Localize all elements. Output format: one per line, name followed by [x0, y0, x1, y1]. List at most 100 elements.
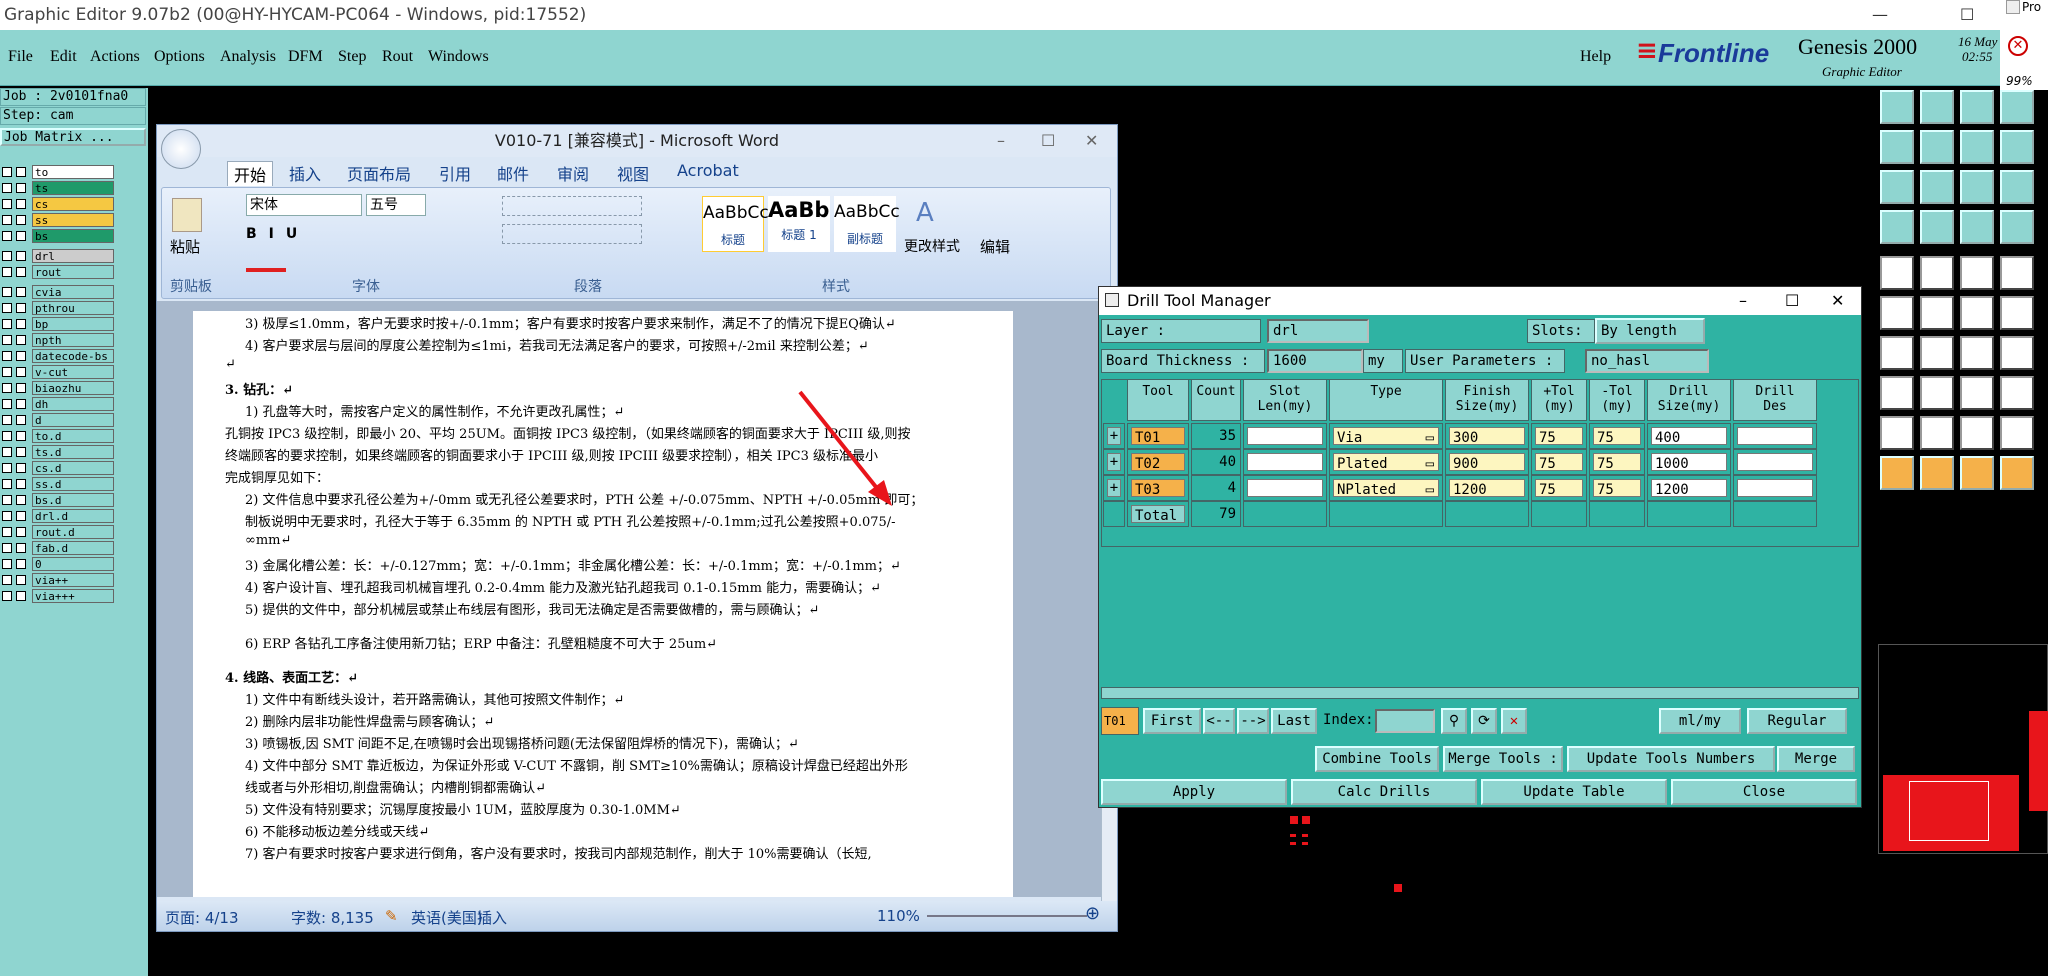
measure-icon[interactable] — [2000, 130, 2034, 164]
tab-view[interactable]: 视图 — [617, 161, 649, 185]
layer-name[interactable]: cs — [32, 197, 114, 211]
palette-icon[interactable] — [1880, 210, 1914, 244]
layer-work-checkbox[interactable] — [16, 463, 26, 473]
layer-work-checkbox[interactable] — [16, 167, 26, 177]
layer-work-checkbox[interactable] — [16, 559, 26, 569]
cancel-icon[interactable]: ✕ — [1501, 708, 1527, 734]
fit-icon[interactable] — [1960, 376, 1994, 410]
slot-len-cell[interactable] — [1243, 475, 1327, 501]
finish-size-cell[interactable]: 300 — [1445, 423, 1529, 449]
list-buttons[interactable] — [502, 196, 642, 216]
import-icon[interactable] — [1880, 130, 1914, 164]
layer-row[interactable]: d — [0, 412, 118, 428]
layer-work-checkbox[interactable] — [16, 399, 26, 409]
layer-name[interactable]: v-cut — [32, 365, 114, 379]
expand-icon[interactable]: + — [1103, 449, 1125, 475]
layer-name[interactable]: bp — [32, 317, 114, 331]
layers-icon[interactable] — [2000, 90, 2034, 124]
zoom-level[interactable]: 110% — [877, 907, 920, 925]
menu-rout[interactable]: Rout — [382, 48, 413, 66]
menu-help[interactable]: Help — [1580, 48, 1611, 66]
menu-actions[interactable]: Actions — [90, 48, 140, 66]
status-words[interactable]: 字数: 8,135 — [291, 907, 374, 928]
help-icon[interactable] — [2000, 170, 2034, 204]
type-cell[interactable]: NPlated ▭ — [1329, 475, 1443, 501]
layer-work-checkbox[interactable] — [16, 351, 26, 361]
mirror-icon[interactable] — [2000, 336, 2034, 370]
units-dropdown[interactable]: ml/my — [1659, 708, 1741, 734]
layer-name[interactable]: dh — [32, 397, 114, 411]
drill-size-cell[interactable]: 1200 — [1647, 475, 1731, 501]
drill-des-cell[interactable] — [1733, 475, 1817, 501]
layer-work-checkbox[interactable] — [16, 215, 26, 225]
layer-row[interactable]: via++ — [0, 572, 118, 588]
mode-dropdown[interactable]: Regular — [1747, 708, 1847, 734]
type-cell[interactable]: Via ▭ — [1329, 423, 1443, 449]
layer-name[interactable]: biaozhu — [32, 381, 114, 395]
expand-icon[interactable]: + — [1103, 475, 1125, 501]
layer-row[interactable]: dh — [0, 396, 118, 412]
status-page[interactable]: 页面: 4/13 — [165, 907, 239, 928]
layer-display-checkbox[interactable] — [2, 511, 12, 521]
zoom-in-icon[interactable]: ⊕ — [1085, 903, 1100, 924]
job-matrix-button[interactable]: Job Matrix ... — [0, 128, 146, 146]
minus-tol-cell[interactable]: 75 — [1589, 423, 1645, 449]
save-icon[interactable] — [1920, 90, 1954, 124]
table-hscrollbar[interactable] — [1101, 687, 1859, 699]
change-style-icon[interactable]: A — [916, 198, 934, 228]
layer-work-checkbox[interactable] — [16, 415, 26, 425]
tab-insert[interactable]: 插入 — [289, 161, 321, 185]
layer-row[interactable]: rout.d — [0, 524, 118, 540]
slot-len-cell[interactable] — [1243, 449, 1327, 475]
style-heading[interactable]: AaBbCc 标题 — [702, 196, 769, 252]
polygon-icon[interactable] — [1920, 416, 1954, 450]
cut-icon[interactable] — [1920, 336, 1954, 370]
layer-name[interactable]: npth — [32, 333, 114, 347]
font-color-icon[interactable] — [246, 258, 286, 272]
layer-name[interactable]: ts — [32, 181, 114, 195]
dtm-close-icon[interactable]: ✕ — [1831, 287, 1844, 315]
layer-work-checkbox[interactable] — [16, 287, 26, 297]
layer-name[interactable]: via++ — [32, 573, 114, 587]
style-heading1[interactable]: AaBb(标题 1 — [768, 196, 830, 252]
last-button[interactable]: Last — [1271, 708, 1317, 734]
word-minimize-icon[interactable]: – — [997, 125, 1005, 157]
layer-display-checkbox[interactable] — [2, 415, 12, 425]
close-button[interactable]: Close — [1671, 779, 1857, 805]
layer-work-checkbox[interactable] — [16, 335, 26, 345]
layer-work-checkbox[interactable] — [16, 527, 26, 537]
layer-name[interactable]: pthrou — [32, 301, 114, 315]
layer-row[interactable]: drl — [0, 248, 118, 264]
edit-arrow-icon[interactable] — [1960, 456, 1994, 490]
layer-work-checkbox[interactable] — [16, 319, 26, 329]
tool-cell[interactable]: T03 — [1127, 475, 1189, 501]
layer-display-checkbox[interactable] — [2, 199, 12, 209]
finish-size-cell[interactable]: 1200 — [1445, 475, 1529, 501]
tool-cell[interactable]: T01 — [1127, 423, 1189, 449]
layer-display-checkbox[interactable] — [2, 231, 12, 241]
layer-name[interactable]: fab.d — [32, 541, 114, 555]
stop-icon[interactable]: ✕ — [2008, 36, 2028, 56]
undo-icon[interactable] — [1960, 336, 1994, 370]
view-frame[interactable] — [1909, 781, 1989, 841]
merge-tools-label[interactable]: Merge Tools : — [1443, 746, 1563, 772]
combine-tools-button[interactable]: Combine Tools — [1315, 746, 1439, 772]
tab-review[interactable]: 审阅 — [557, 161, 589, 185]
slot-len-cell[interactable] — [1243, 423, 1327, 449]
tab-mailings[interactable]: 邮件 — [497, 161, 529, 185]
grid-icon[interactable] — [1920, 210, 1954, 244]
zoom-slider[interactable] — [927, 915, 1087, 917]
layer-name[interactable]: datecode-bs — [32, 349, 114, 363]
tool-cell[interactable]: T02 — [1127, 449, 1189, 475]
layer-work-checkbox[interactable] — [16, 511, 26, 521]
pointer-icon[interactable] — [1880, 456, 1914, 490]
layer-display-checkbox[interactable] — [2, 575, 12, 585]
layer-name[interactable]: ss — [32, 213, 114, 227]
dtm-maximize-icon[interactable]: ☐ — [1785, 287, 1799, 315]
header-drill-des[interactable]: Drill Des — [1733, 379, 1817, 421]
layer-row[interactable]: cvia — [0, 284, 118, 300]
dtm-minimize-icon[interactable]: – — [1739, 287, 1747, 315]
connect-icon[interactable] — [1880, 296, 1914, 330]
user-params-field[interactable]: no_hasl — [1585, 349, 1709, 373]
next-button[interactable]: --> — [1237, 708, 1269, 734]
